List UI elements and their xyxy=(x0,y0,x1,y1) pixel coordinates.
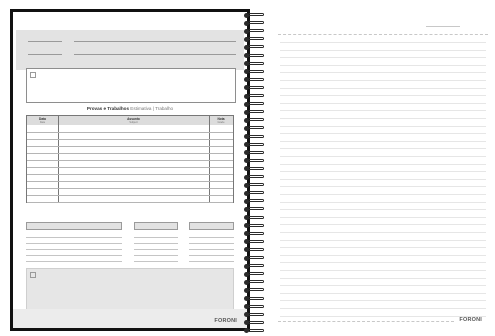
table-row-line xyxy=(27,174,233,175)
notebook-spread: Provas e Trabalhos Estimativa | Trabalho… xyxy=(0,0,495,336)
table-row-line xyxy=(27,146,233,147)
ruled-line xyxy=(280,118,486,119)
column-sub-grade: Grade xyxy=(217,121,225,124)
summary-line xyxy=(134,243,178,244)
ruled-line xyxy=(280,239,486,241)
table-title-main: Provas e Trabalhos xyxy=(86,106,130,111)
grades-table: Data Date Assunto Subject Nota Grade xyxy=(26,115,234,203)
ruled-line xyxy=(280,285,486,287)
summary-line xyxy=(26,261,122,262)
ruled-line xyxy=(280,42,486,43)
ruled-line xyxy=(280,80,486,81)
ruled-line xyxy=(280,140,486,142)
ruled-line xyxy=(280,178,486,180)
table-row-line xyxy=(27,160,233,161)
ruled-line xyxy=(280,49,486,51)
ruled-line xyxy=(280,308,486,309)
ruled-line xyxy=(280,64,486,66)
ruled-line xyxy=(280,110,486,112)
ruled-line xyxy=(280,209,486,211)
right-page-lined: FORONI xyxy=(268,9,490,331)
ruled-line xyxy=(280,156,486,157)
summary-line xyxy=(26,243,122,244)
ruled-line xyxy=(280,125,486,127)
summary-line xyxy=(26,237,122,238)
ruled-line xyxy=(280,262,486,264)
table-row-line xyxy=(27,202,233,203)
checkbox-icon xyxy=(30,72,36,78)
summary-field-label xyxy=(26,222,122,230)
summary-line xyxy=(134,249,178,250)
ruled-line xyxy=(280,133,486,135)
summary-line xyxy=(26,255,122,256)
ruled-line xyxy=(280,254,486,256)
ruled-line xyxy=(280,186,486,188)
ruled-line xyxy=(280,57,486,59)
table-row-line xyxy=(27,195,233,196)
header-line xyxy=(28,54,62,55)
table-title-sub: Estimativa | Trabalho xyxy=(130,106,174,111)
table-title: Provas e Trabalhos Estimativa | Trabalho xyxy=(13,106,247,111)
ruled-line xyxy=(280,224,486,226)
top-dashed-line xyxy=(278,34,488,35)
footer-band: FORONI xyxy=(13,309,247,328)
ruled-line xyxy=(280,102,486,104)
ruled-line xyxy=(280,87,486,89)
date-line xyxy=(426,26,460,27)
ruled-line xyxy=(280,163,486,165)
table-row-line xyxy=(27,139,233,140)
ruled-line xyxy=(280,292,486,294)
checkbox-icon xyxy=(30,272,36,278)
ruled-line xyxy=(280,72,486,74)
table-row-line xyxy=(27,153,233,154)
ruled-line xyxy=(280,315,486,317)
summary-line xyxy=(134,237,178,238)
header-line xyxy=(74,54,236,55)
ruled-line xyxy=(280,171,486,173)
table-column-divider xyxy=(58,116,59,202)
summary-line xyxy=(134,261,178,262)
notes-box xyxy=(26,68,236,103)
ruled-line xyxy=(280,95,486,97)
bottom-notes-box xyxy=(26,268,234,310)
ruled-line xyxy=(280,148,486,150)
summary-line xyxy=(189,243,234,244)
brand-logo: FORONI xyxy=(214,318,237,324)
table-row-line xyxy=(27,167,233,168)
brand-logo: FORONI xyxy=(459,317,482,323)
ruled-line xyxy=(280,232,486,233)
summary-line xyxy=(189,255,234,256)
ruled-line xyxy=(280,277,486,279)
left-page-planner: Provas e Trabalhos Estimativa | Trabalho… xyxy=(10,9,250,331)
summary-line xyxy=(189,249,234,250)
table-row-line xyxy=(27,132,233,133)
ruled-line xyxy=(280,194,486,195)
table-row-line xyxy=(27,181,233,182)
ruled-line xyxy=(280,270,486,271)
summary-line xyxy=(26,249,122,250)
column-sub-subject: Subject xyxy=(129,121,138,124)
summary-field-label xyxy=(134,222,178,230)
table-row-line xyxy=(27,188,233,189)
ruled-line xyxy=(280,201,486,203)
summary-line xyxy=(189,261,234,262)
header-band xyxy=(16,30,244,70)
header-line xyxy=(28,41,62,42)
column-sub-date: Date xyxy=(39,121,46,124)
ruled-line xyxy=(280,247,486,249)
summary-line xyxy=(134,255,178,256)
summary-field-label xyxy=(189,222,234,230)
header-line xyxy=(74,41,236,42)
summary-line xyxy=(189,237,234,238)
table-column-divider xyxy=(209,116,210,202)
bottom-dashed-line xyxy=(278,321,454,322)
ruled-line xyxy=(280,216,486,218)
ruled-line xyxy=(280,300,486,302)
